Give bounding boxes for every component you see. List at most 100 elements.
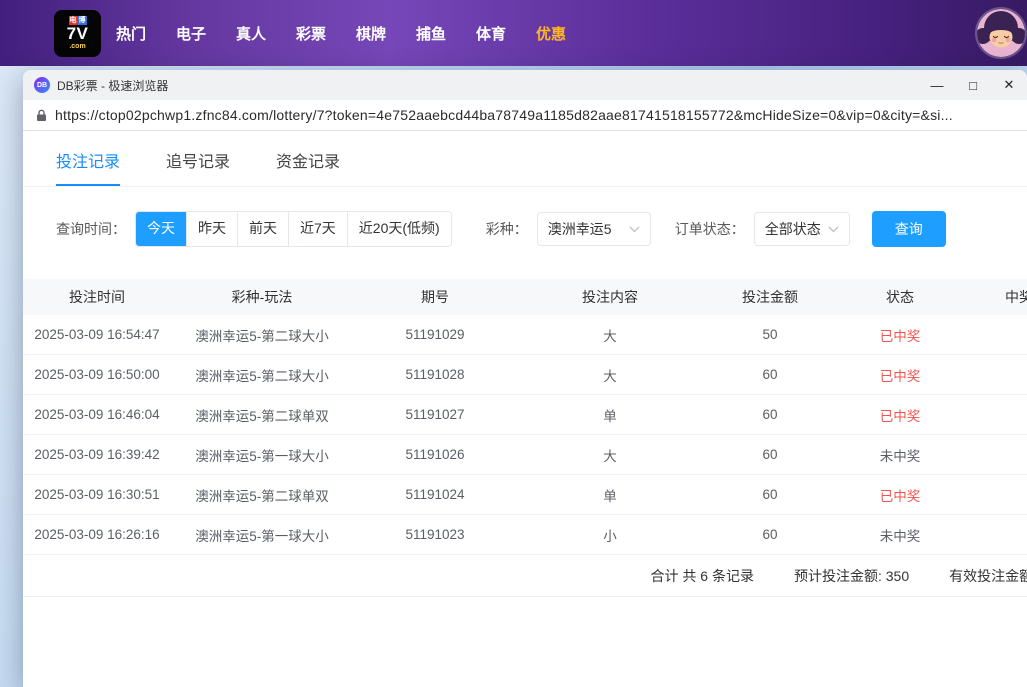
cell-content: 单	[517, 405, 703, 425]
cell-issue: 51191028	[353, 367, 517, 382]
lottery-select-value: 澳洲幸运5	[548, 219, 612, 239]
lock-icon	[36, 109, 47, 122]
cell-bet-time: 2025-03-09 16:26:16	[23, 527, 171, 542]
chevron-down-icon	[629, 226, 640, 233]
cell-content: 大	[517, 325, 703, 345]
query-button[interactable]: 查询	[872, 211, 946, 247]
tab-fund-records[interactable]: 资金记录	[276, 131, 340, 186]
cell-game: 澳洲幸运5-第二球大小	[171, 325, 353, 345]
minimize-icon: —	[931, 78, 944, 93]
cell-prize: 9	[963, 327, 1027, 342]
cell-bet-time: 2025-03-09 16:30:51	[23, 487, 171, 502]
address-bar[interactable]: https://ctop02pchwp1.zfnc84.com/lottery/…	[23, 100, 1027, 131]
time-option-today[interactable]: 今天	[136, 212, 187, 246]
nav-item-lottery[interactable]: 彩票	[281, 23, 341, 44]
table-row: 2025-03-09 16:26:16 澳洲幸运5-第一球大小 51191023…	[23, 515, 1027, 555]
nav-item-promo[interactable]: 优惠	[521, 23, 581, 44]
cell-bet-time: 2025-03-09 16:46:04	[23, 407, 171, 422]
time-range-group: 今天 昨天 前天 近7天 近20天(低频)	[135, 211, 452, 247]
cell-issue: 51191029	[353, 327, 517, 342]
browser-window: DB DB彩票 - 极速浏览器 — □ ✕ https://ctop02pchw…	[23, 70, 1027, 687]
table-row: 2025-03-09 16:46:04 澳洲幸运5-第二球单双 51191027…	[23, 395, 1027, 435]
nav-item-fishing[interactable]: 捕鱼	[401, 23, 461, 44]
cell-bet-time: 2025-03-09 16:50:00	[23, 367, 171, 382]
nav-menu: 热门 电子 真人 彩票 棋牌 捕鱼 体育 优惠	[101, 23, 581, 44]
cell-game: 澳洲幸运5-第一球大小	[171, 525, 353, 545]
summary-expected-amount: 预计投注金额: 350	[794, 566, 909, 586]
query-time-label: 查询时间：	[56, 219, 126, 239]
window-titlebar[interactable]: DB DB彩票 - 极速浏览器 — □ ✕	[23, 70, 1027, 100]
cell-bet-time: 2025-03-09 16:54:47	[23, 327, 171, 342]
cell-prize: 1	[963, 407, 1027, 422]
cell-status: 已中奖	[837, 365, 963, 385]
desktop-background: 电 博 7V .com 热门 电子 真人 彩票 棋牌 捕鱼 体育 优惠	[0, 0, 1027, 687]
summary-record-count: 合计 共 6 条记录	[651, 566, 754, 586]
tab-chase-records[interactable]: 追号记录	[166, 131, 230, 186]
record-tabs: 投注记录 追号记录 资金记录	[23, 131, 1027, 187]
table-row: 2025-03-09 16:39:42 澳洲幸运5-第一球大小 51191026…	[23, 435, 1027, 475]
order-status-value: 全部状态	[765, 219, 821, 239]
cell-amount: 60	[703, 527, 837, 542]
order-status-select[interactable]: 全部状态	[754, 212, 850, 246]
time-option-last-20-days[interactable]: 近20天(低频)	[348, 212, 451, 246]
cell-game: 澳洲幸运5-第二球单双	[171, 485, 353, 505]
time-option-last-7-days[interactable]: 近7天	[289, 212, 348, 246]
header-content: 投注内容	[517, 287, 703, 307]
time-option-day-before[interactable]: 前天	[238, 212, 289, 246]
cell-issue: 51191024	[353, 487, 517, 502]
header-bet-time: 投注时间	[23, 287, 171, 307]
nav-item-live[interactable]: 真人	[221, 23, 281, 44]
header-status: 状态	[837, 287, 963, 307]
cell-issue: 51191023	[353, 527, 517, 542]
header-amount: 投注金额	[703, 287, 837, 307]
cell-status: 已中奖	[837, 485, 963, 505]
cell-amount: 60	[703, 367, 837, 382]
page-content: 投注记录 追号记录 资金记录 查询时间： 今天 昨天 前天 近7天 近20天(低…	[23, 131, 1027, 687]
cell-game: 澳洲幸运5-第二球单双	[171, 405, 353, 425]
minimize-button[interactable]: —	[919, 70, 955, 100]
filter-bar: 查询时间： 今天 昨天 前天 近7天 近20天(低频) 彩种： 澳洲幸运5 订单…	[23, 187, 1027, 267]
cell-issue: 51191026	[353, 447, 517, 462]
lottery-select[interactable]: 澳洲幸运5	[537, 212, 651, 246]
url-text[interactable]: https://ctop02pchwp1.zfnc84.com/lottery/…	[55, 107, 953, 123]
site-navbar: 电 博 7V .com 热门 电子 真人 彩票 棋牌 捕鱼 体育 优惠	[0, 0, 1027, 66]
cell-issue: 51191027	[353, 407, 517, 422]
avatar-icon	[977, 9, 1025, 57]
cell-status: 未中奖	[837, 445, 963, 465]
logo-text: 7V	[67, 25, 89, 43]
logo-suffix: .com	[69, 43, 85, 51]
nav-item-hot[interactable]: 热门	[101, 23, 161, 44]
cell-prize: 1	[963, 367, 1027, 382]
cell-amount: 60	[703, 487, 837, 502]
nav-item-electronic[interactable]: 电子	[161, 23, 221, 44]
cell-amount: 50	[703, 327, 837, 342]
cell-amount: 60	[703, 447, 837, 462]
cell-amount: 60	[703, 407, 837, 422]
table-row: 2025-03-09 16:30:51 澳洲幸运5-第二球单双 51191024…	[23, 475, 1027, 515]
maximize-icon: □	[969, 78, 977, 93]
nav-item-chess[interactable]: 棋牌	[341, 23, 401, 44]
cell-content: 大	[517, 365, 703, 385]
bet-records-table: 投注时间 彩种-玩法 期号 投注内容 投注金额 状态 中奖金额 2025-03-…	[23, 279, 1027, 597]
window-controls: — □ ✕	[919, 70, 1027, 100]
site-logo[interactable]: 电 博 7V .com	[54, 10, 101, 57]
cell-status: 已中奖	[837, 325, 963, 345]
time-option-yesterday[interactable]: 昨天	[187, 212, 238, 246]
table-summary-row: 合计 共 6 条记录 预计投注金额: 350 有效投注金额:	[23, 555, 1027, 597]
cell-content: 单	[517, 485, 703, 505]
cell-bet-time: 2025-03-09 16:39:42	[23, 447, 171, 462]
lottery-label: 彩种：	[486, 219, 528, 239]
tab-bet-records[interactable]: 投注记录	[56, 131, 120, 186]
window-title: DB彩票 - 极速浏览器	[57, 77, 168, 94]
nav-item-sports[interactable]: 体育	[461, 23, 521, 44]
chevron-down-icon	[828, 226, 839, 233]
table-row: 2025-03-09 16:54:47 澳洲幸运5-第二球大小 51191029…	[23, 315, 1027, 355]
user-avatar[interactable]	[977, 9, 1025, 57]
cell-game: 澳洲幸运5-第二球大小	[171, 365, 353, 385]
close-icon: ✕	[1004, 77, 1015, 93]
close-button[interactable]: ✕	[991, 70, 1027, 100]
header-issue: 期号	[353, 287, 517, 307]
maximize-button[interactable]: □	[955, 70, 991, 100]
header-prize: 中奖金额	[963, 287, 1027, 307]
browser-favicon-icon: DB	[34, 77, 50, 93]
